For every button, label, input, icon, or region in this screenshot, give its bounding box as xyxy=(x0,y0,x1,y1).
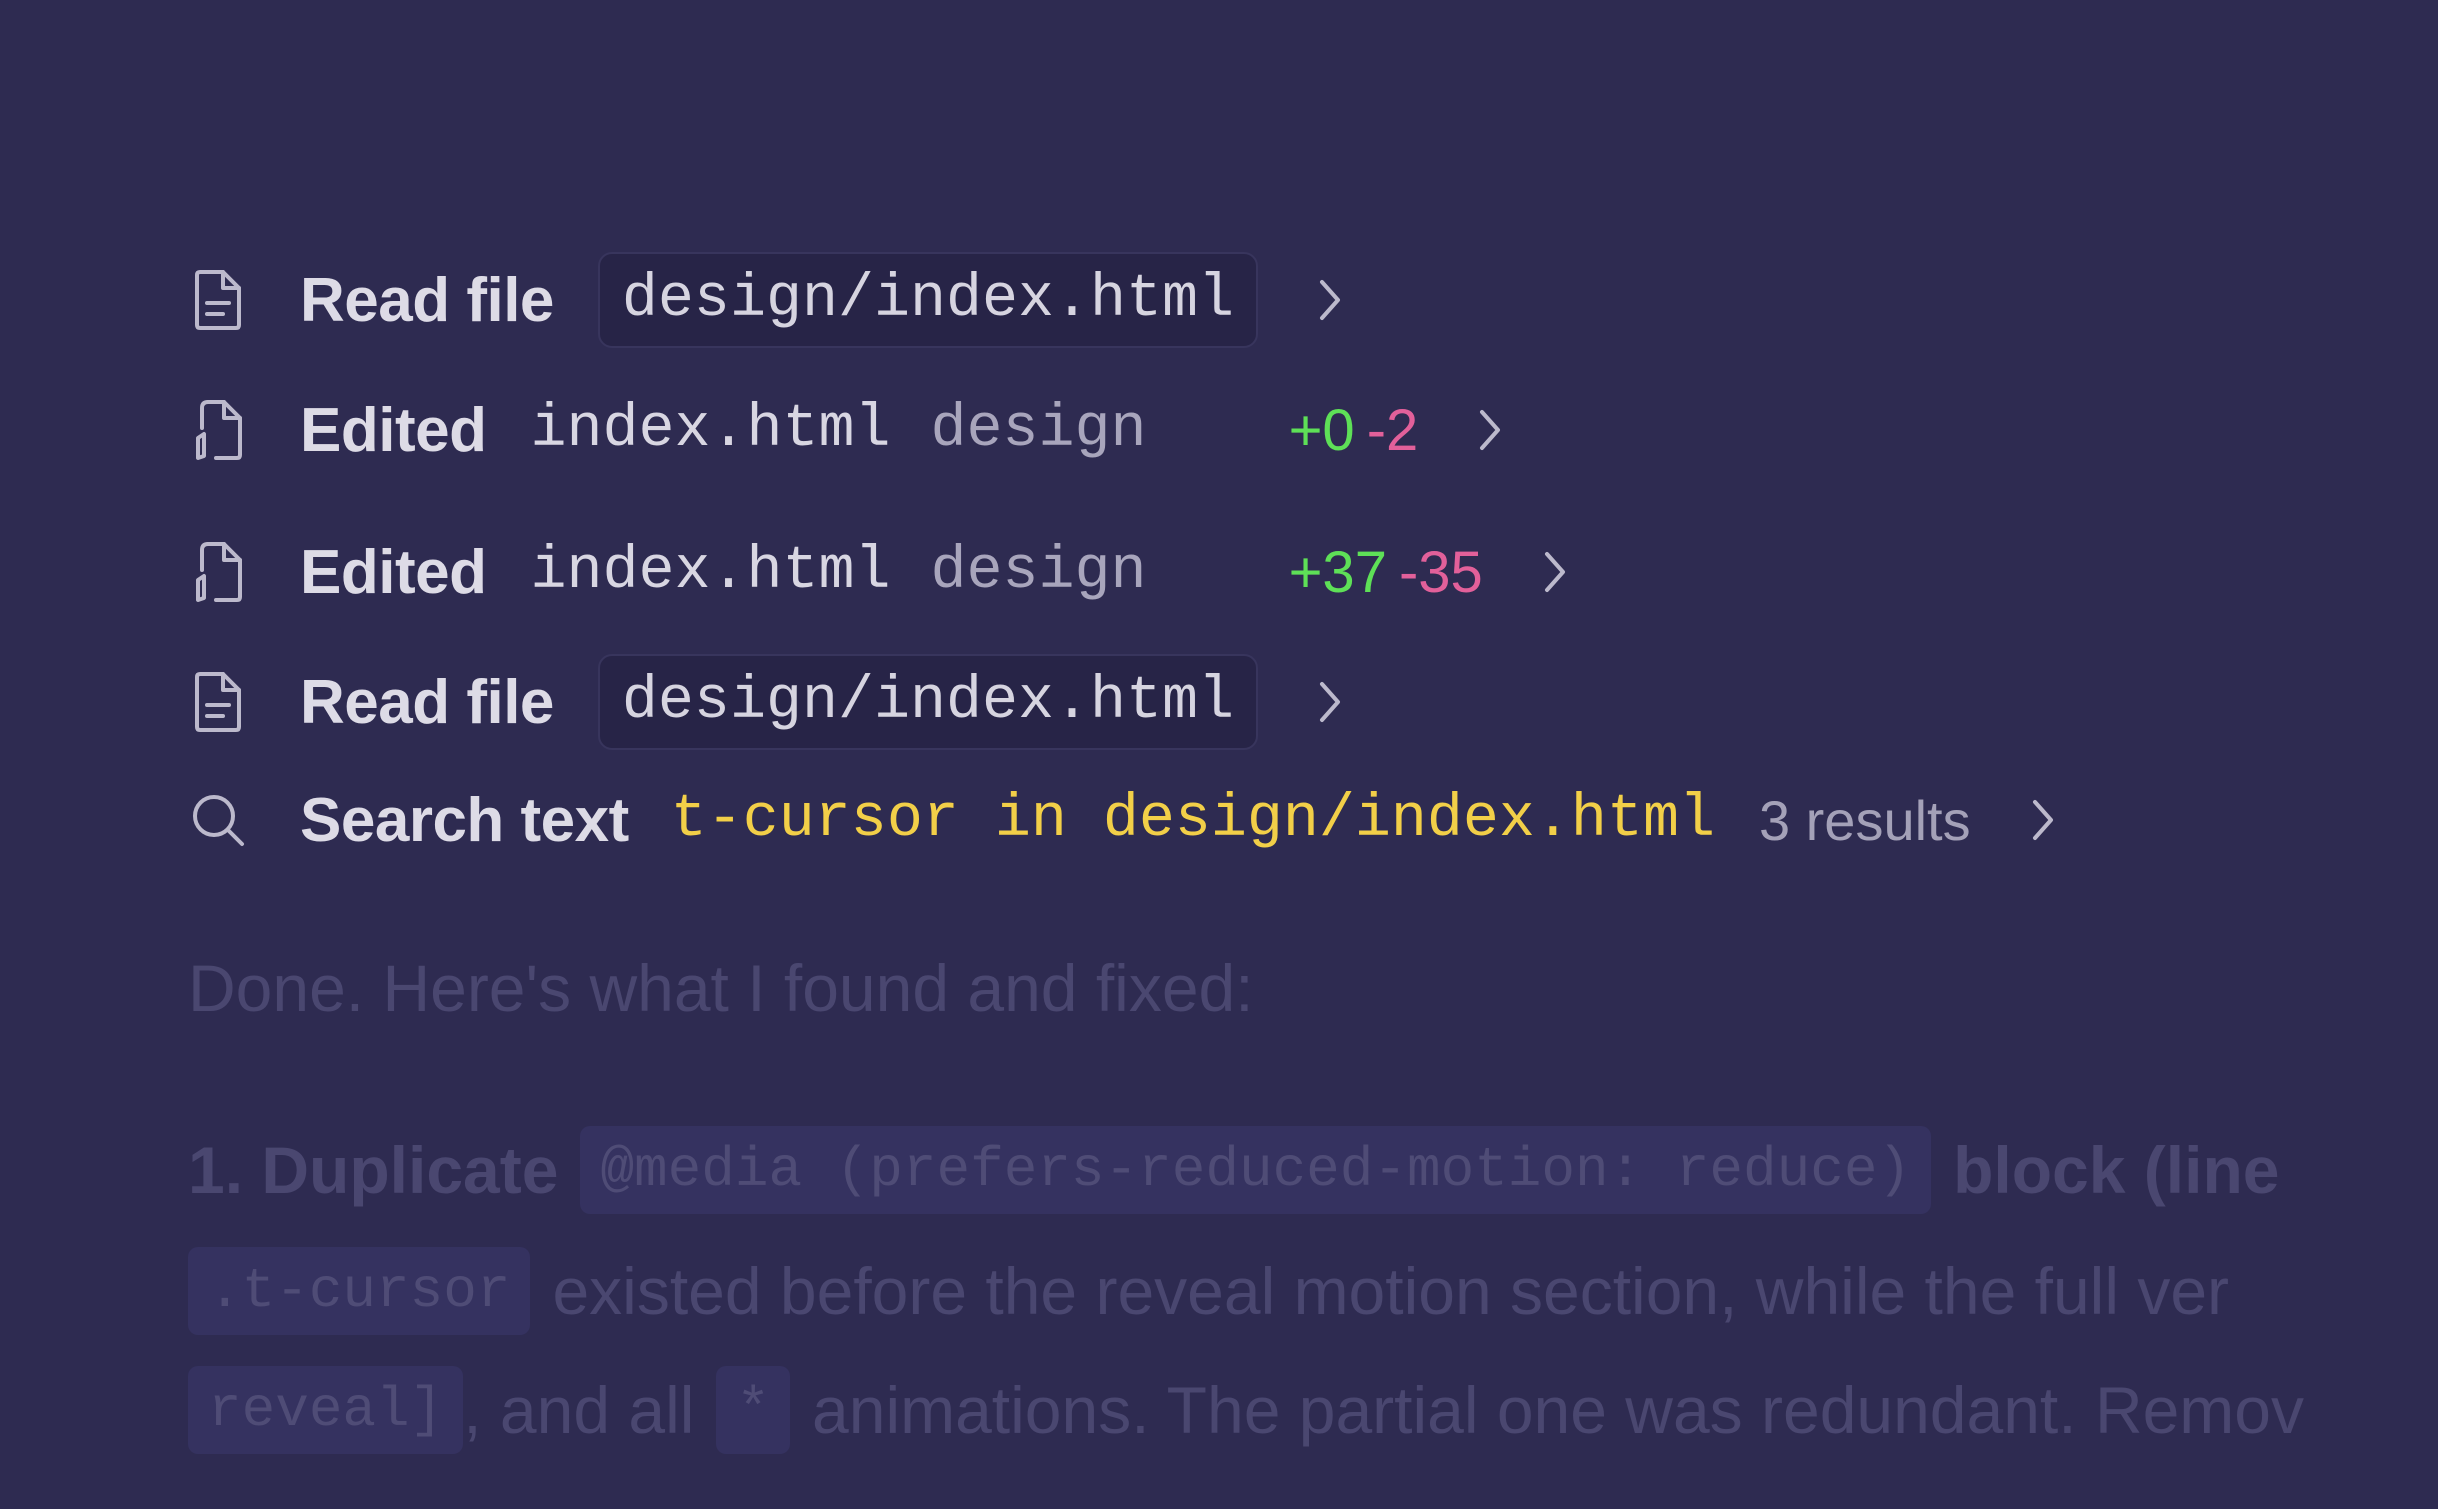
step-edited-1[interactable]: Edited index.html design +0 -2 xyxy=(188,380,1504,480)
edited-file-dir: design xyxy=(930,538,1147,606)
inline-code: @media (prefers-reduced-motion: reduce) xyxy=(580,1126,1932,1214)
search-result-count: 3 results xyxy=(1758,788,1971,852)
inline-code: .t-cursor xyxy=(188,1247,531,1335)
step-verb: Edited xyxy=(300,537,487,607)
paragraph-text: existed before the reveal motion section… xyxy=(552,1254,2230,1328)
step-read-file-1[interactable]: Read file design/index.html xyxy=(188,250,1344,350)
diff-additions: +0 xyxy=(1288,397,1355,463)
numbered-item-1: 1. Duplicate @media (prefers-reduced-mot… xyxy=(188,1115,2279,1225)
item-prefix: 1. Duplicate xyxy=(188,1133,559,1207)
assistant-summary: Done. Here's what I found and fixed: xyxy=(188,951,1254,1025)
chevron-right-icon[interactable] xyxy=(1476,406,1504,454)
chevron-right-icon[interactable] xyxy=(1316,276,1344,324)
step-verb: Edited xyxy=(300,395,487,465)
step-verb: Read file xyxy=(300,667,554,737)
step-verb: Search text xyxy=(300,785,629,855)
chevron-right-icon[interactable] xyxy=(1316,678,1344,726)
file-edit-icon xyxy=(188,397,248,463)
chevron-right-icon[interactable] xyxy=(2029,796,2057,844)
file-path-pill: design/index.html xyxy=(597,252,1259,348)
file-path-pill: design/index.html xyxy=(597,654,1259,750)
file-text-icon xyxy=(188,267,248,333)
edited-file-name: index.html xyxy=(530,396,891,464)
inline-code: reveal] xyxy=(188,1366,464,1454)
search-query: t-cursor in design/index.html xyxy=(670,786,1715,854)
step-edited-2[interactable]: Edited index.html design +37 -35 xyxy=(188,522,1569,622)
inline-code: * xyxy=(716,1366,791,1454)
step-verb: Read file xyxy=(300,265,554,335)
file-edit-icon xyxy=(188,539,248,605)
step-read-file-2[interactable]: Read file design/index.html xyxy=(188,652,1344,752)
paragraph-line-3: reveal] , and all * animations. The part… xyxy=(188,1355,2304,1465)
paragraph-text: animations. The partial one was redundan… xyxy=(812,1373,2304,1447)
step-search-text[interactable]: Search text t-cursor in design/index.htm… xyxy=(188,770,2057,870)
edited-file-name: index.html xyxy=(530,538,891,606)
file-text-icon xyxy=(188,669,248,735)
item-suffix: block (line xyxy=(1953,1133,2280,1207)
paragraph-text: , and all xyxy=(463,1373,695,1447)
chevron-right-icon[interactable] xyxy=(1541,548,1569,596)
edited-file-dir: design xyxy=(930,396,1147,464)
diff-deletions: -35 xyxy=(1398,539,1483,605)
paragraph-line-2: .t-cursor existed before the reveal moti… xyxy=(188,1236,2229,1346)
search-icon xyxy=(188,787,248,853)
diff-additions: +37 xyxy=(1288,539,1387,605)
diff-deletions: -2 xyxy=(1366,397,1419,463)
